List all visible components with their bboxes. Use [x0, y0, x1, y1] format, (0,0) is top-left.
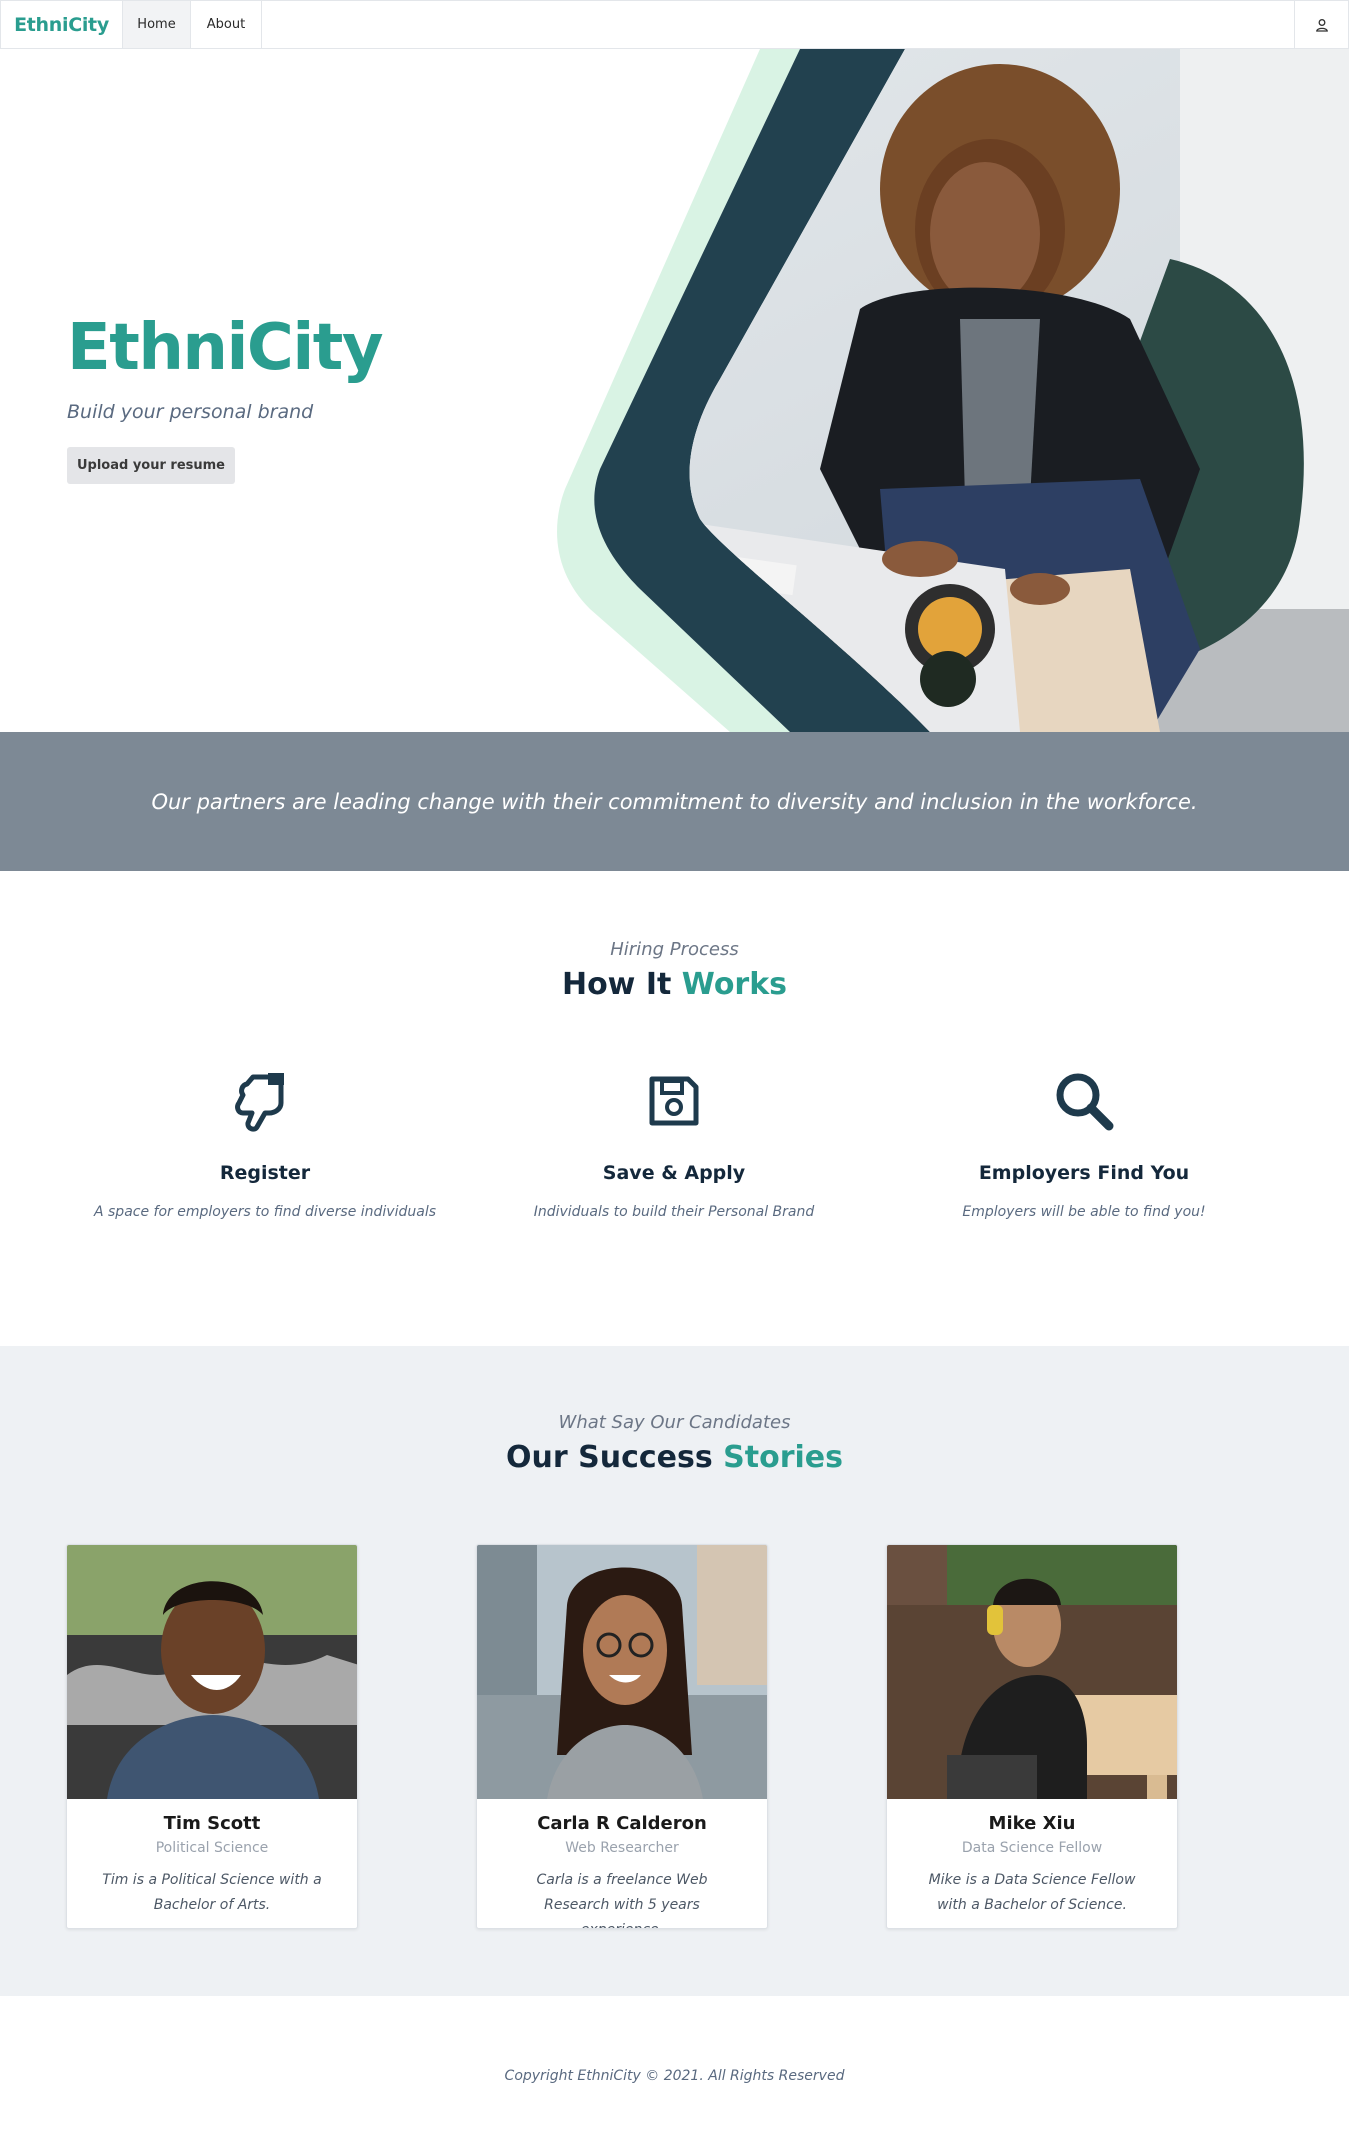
step-employers-find-you-desc: Employers will be able to find you! — [962, 1204, 1206, 1220]
footer-copyright: Copyright EthniCity © 2021. All Rights R… — [504, 2067, 845, 2084]
step-register: Register A space for employers to find d… — [55, 1066, 475, 1220]
step-employers-find-you: Employers Find You Employers will be abl… — [874, 1066, 1294, 1220]
carla-calderon-desc: Carla is a freelance Web Research with 5… — [536, 1872, 708, 1928]
tim-scott-name: Tim Scott — [163, 1813, 261, 1834]
floppy-disk-icon — [649, 1076, 699, 1126]
story-card-carla-calderon[interactable]: Carla R Calderon Web Researcher Carla is… — [476, 1544, 768, 1929]
candidates-eyebrow: What Say Our Candidates — [558, 1412, 791, 1433]
hand-pointing-icon — [235, 1073, 284, 1132]
hero-section: EthniCity Build your personal brand Uplo… — [0, 49, 1349, 732]
success-stories-section: What Say Our Candidates Our Success Stor… — [0, 1346, 1349, 1996]
hiring-process-eyebrow: Hiring Process — [610, 939, 739, 960]
how-it-works-section: Hiring Process How It Works Register A s… — [0, 871, 1349, 1346]
story-card-tim-scott[interactable]: Tim Scott Political Science Tim is a Pol… — [66, 1544, 358, 1929]
step-employers-find-you-title: Employers Find You — [978, 1162, 1190, 1184]
brand-logo[interactable]: EthniCity — [1, 1, 122, 48]
step-save-apply: Save & Apply Individuals to build their … — [464, 1066, 884, 1220]
success-stories-title-b: Stories — [723, 1440, 843, 1475]
story-card-mike-xiu[interactable]: Mike Xiu Data Science Fellow Mike is a D… — [886, 1544, 1178, 1929]
search-icon — [1056, 1073, 1114, 1131]
mike-xiu-name: Mike Xiu — [988, 1813, 1076, 1834]
nav-link-home[interactable]: Home — [122, 1, 190, 48]
mike-xiu-desc: Mike is a Data Science Fellow with a Bac… — [928, 1872, 1136, 1913]
hero-illustration — [557, 49, 1349, 732]
user-account-button[interactable] — [1294, 1, 1348, 48]
upload-resume-button[interactable]: Upload your resume — [67, 447, 235, 484]
step-register-desc: A space for employers to find diverse in… — [93, 1204, 437, 1220]
tim-scott-role: Political Science — [155, 1840, 269, 1856]
nav-link-about[interactable]: About — [190, 1, 262, 48]
hero-subtitle: Build your personal brand — [67, 401, 314, 423]
how-it-works-title-b: Works — [681, 967, 788, 1002]
step-save-apply-title: Save & Apply — [602, 1162, 746, 1184]
success-stories-title: Our Success Stories — [0, 1440, 1349, 1475]
footer: Copyright EthniCity © 2021. All Rights R… — [0, 1996, 1349, 2155]
mike-xiu-role: Data Science Fellow — [961, 1840, 1103, 1856]
how-it-works-title: How It Works — [0, 967, 1349, 1002]
hero-title: EthniCity — [67, 311, 384, 385]
tim-scott-desc: Tim is a Political Science with a Bachel… — [102, 1872, 322, 1913]
step-save-apply-desc: Individuals to build their Personal Bran… — [533, 1204, 815, 1220]
carla-calderon-name: Carla R Calderon — [537, 1813, 707, 1834]
carla-calderon-photo — [477, 1545, 767, 1799]
step-register-title: Register — [219, 1162, 311, 1184]
tim-scott-photo — [67, 1545, 357, 1799]
user-icon — [1315, 18, 1328, 32]
how-it-works-title-a: How It — [561, 967, 682, 1002]
success-stories-title-a: Our Success — [506, 1440, 724, 1475]
partners-banner: Our partners are leading change with the… — [0, 732, 1349, 871]
partners-banner-text: Our partners are leading change with the… — [151, 789, 1198, 814]
mike-xiu-photo — [887, 1545, 1177, 1799]
top-navbar: EthniCity Home About — [0, 0, 1349, 49]
carla-calderon-role: Web Researcher — [565, 1840, 679, 1856]
